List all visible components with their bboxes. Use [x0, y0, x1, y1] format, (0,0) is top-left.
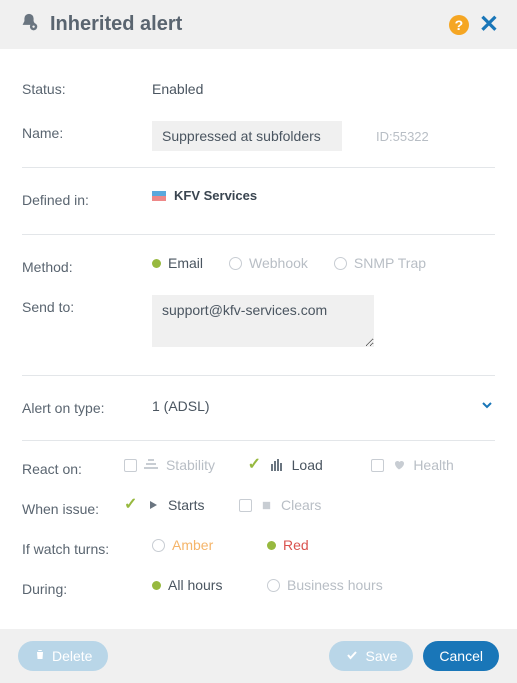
check-icon: ✓ — [248, 457, 263, 473]
defined-in-link[interactable]: KFV Services — [152, 188, 257, 203]
label-when-issue: When issue: — [22, 497, 124, 517]
radio-dot-icon — [152, 539, 165, 552]
watch-red[interactable]: Red — [267, 537, 309, 553]
save-label: Save — [365, 648, 397, 664]
label-defined-in: Defined in: — [22, 188, 152, 208]
checkbox-icon — [124, 459, 137, 472]
close-icon[interactable]: ✕ — [479, 13, 499, 37]
alert-type-value: 1 (ADSL) — [152, 398, 479, 414]
row-watch-turns: If watch turns: Amber Red — [22, 527, 495, 567]
chevron-down-icon — [479, 397, 495, 416]
react-load-label: Load — [292, 457, 323, 473]
when-starts-label: Starts — [168, 497, 205, 513]
watch-amber[interactable]: Amber — [152, 537, 267, 553]
react-health-label: Health — [413, 457, 453, 473]
radio-dot-icon — [229, 257, 242, 270]
trash-icon — [34, 648, 46, 664]
label-name: Name: — [22, 121, 152, 141]
row-status: Status: Enabled — [22, 67, 495, 111]
label-watch-turns: If watch turns: — [22, 537, 152, 557]
radio-dot-icon — [267, 579, 280, 592]
checkbox-icon — [239, 499, 252, 512]
row-react-on: React on: Stability ✓ Load — [22, 447, 495, 487]
play-icon — [146, 499, 161, 511]
during-business-label: Business hours — [287, 577, 383, 593]
load-icon — [270, 459, 285, 471]
dialog-title: Inherited alert — [50, 13, 439, 36]
row-defined-in: Defined in: KFV Services — [22, 167, 495, 228]
watch-amber-label: Amber — [172, 537, 213, 553]
react-stability[interactable]: Stability — [124, 457, 248, 473]
label-status: Status: — [22, 77, 152, 97]
delete-button[interactable]: Delete — [18, 641, 108, 671]
check-icon — [345, 648, 359, 664]
react-load[interactable]: ✓ Load — [248, 457, 372, 473]
check-icon: ✓ — [124, 497, 139, 513]
sendto-input[interactable]: support@kfv-services.com — [152, 295, 374, 347]
dialog-header: Inherited alert ? ✕ — [0, 0, 517, 49]
defined-in-value: KFV Services — [174, 188, 257, 203]
separator — [22, 375, 495, 376]
method-snmp-label: SNMP Trap — [354, 255, 426, 271]
radio-dot-icon — [152, 581, 161, 590]
dialog-footer: Delete Save Cancel — [0, 629, 517, 683]
radio-dot-icon — [334, 257, 347, 270]
checkbox-icon — [371, 459, 384, 472]
row-during: During: All hours Business hours — [22, 567, 495, 619]
react-stability-label: Stability — [166, 457, 215, 473]
org-icon — [152, 191, 166, 201]
row-when-issue: When issue: ✓ Starts Clears — [22, 487, 495, 527]
method-webhook-label: Webhook — [249, 255, 308, 271]
save-button[interactable]: Save — [329, 641, 413, 671]
watch-red-label: Red — [283, 537, 309, 553]
name-input[interactable] — [152, 121, 342, 151]
radio-dot-icon — [267, 541, 276, 550]
alert-id: ID:55322 — [376, 129, 429, 144]
cancel-button[interactable]: Cancel — [423, 641, 499, 671]
during-all-label: All hours — [168, 577, 222, 593]
during-all[interactable]: All hours — [152, 577, 267, 593]
method-snmp[interactable]: SNMP Trap — [334, 255, 426, 271]
row-method: Method: Email Webhook SNMP Trap — [22, 234, 495, 285]
react-health[interactable]: Health — [371, 457, 495, 473]
stability-icon — [144, 459, 159, 471]
label-method: Method: — [22, 255, 152, 275]
label-during: During: — [22, 577, 152, 597]
stop-icon — [259, 500, 274, 511]
status-value: Enabled — [152, 77, 203, 101]
row-sendto: Send to: support@kfv-services.com — [22, 285, 495, 365]
row-name: Name: ID:55322 — [22, 111, 495, 161]
health-icon — [391, 459, 406, 471]
delete-label: Delete — [52, 648, 92, 664]
label-sendto: Send to: — [22, 295, 152, 315]
cancel-label: Cancel — [439, 648, 483, 664]
method-webhook[interactable]: Webhook — [229, 255, 308, 271]
dialog-body: Status: Enabled Name: ID:55322 Defined i… — [0, 49, 517, 629]
bell-settings-icon — [18, 12, 40, 37]
label-react-on: React on: — [22, 457, 124, 477]
alert-on-type-select[interactable]: Alert on type: 1 (ADSL) — [22, 382, 495, 430]
separator — [22, 440, 495, 441]
method-email[interactable]: Email — [152, 255, 203, 271]
when-clears[interactable]: Clears — [239, 497, 495, 513]
during-business[interactable]: Business hours — [267, 577, 383, 593]
radio-dot-icon — [152, 259, 161, 268]
method-email-label: Email — [168, 255, 203, 271]
help-icon[interactable]: ? — [449, 15, 469, 35]
label-alert-type: Alert on type: — [22, 396, 152, 416]
when-starts[interactable]: ✓ Starts — [124, 497, 239, 513]
when-clears-label: Clears — [281, 497, 321, 513]
